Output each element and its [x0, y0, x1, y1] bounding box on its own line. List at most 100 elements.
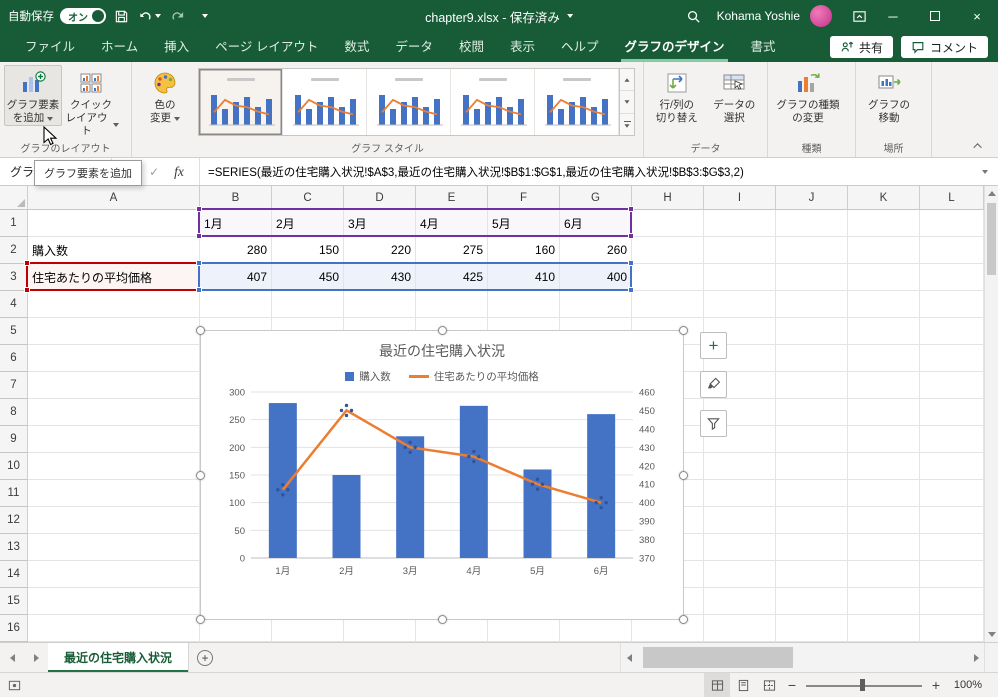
col-header-H[interactable]: H — [632, 186, 704, 210]
vertical-scroll-thumb[interactable] — [987, 203, 996, 275]
cell-L5[interactable] — [920, 318, 984, 345]
add-chart-element-button[interactable]: グラフ要素 を追加 — [4, 65, 62, 127]
cell-A16[interactable] — [28, 615, 200, 642]
cell-G1[interactable]: 6月 — [560, 210, 632, 237]
tab-chart-design[interactable]: グラフのデザイン — [611, 32, 737, 62]
chart-style-2[interactable] — [283, 69, 367, 135]
col-header-I[interactable]: I — [704, 186, 776, 210]
close-button[interactable]: × — [956, 0, 998, 32]
horizontal-scrollbar[interactable] — [620, 643, 984, 672]
cell-F2[interactable]: 160 — [488, 237, 560, 264]
cell-I10[interactable] — [704, 453, 776, 480]
cell-J10[interactable] — [776, 453, 848, 480]
cell-I12[interactable] — [704, 507, 776, 534]
chart-styles-button[interactable] — [700, 371, 727, 398]
tab-format[interactable]: 書式 — [738, 32, 789, 62]
vertical-scrollbar[interactable] — [984, 186, 998, 642]
cell-K7[interactable] — [848, 372, 920, 399]
cell-I4[interactable] — [704, 291, 776, 318]
cell-D2[interactable]: 220 — [344, 237, 416, 264]
cell-A15[interactable] — [28, 588, 200, 615]
gallery-more-button[interactable] — [620, 113, 634, 135]
row-header-10[interactable]: 10 — [0, 453, 28, 480]
expand-formula-bar-button[interactable] — [972, 158, 998, 185]
ribbon-display-options-button[interactable] — [846, 3, 872, 29]
cell-J11[interactable] — [776, 480, 848, 507]
row-header-3[interactable]: 3 — [0, 264, 28, 291]
cell-F1[interactable]: 5月 — [488, 210, 560, 237]
cell-K12[interactable] — [848, 507, 920, 534]
cell-J16[interactable] — [776, 615, 848, 642]
change-colors-button[interactable]: 色の 変更 — [136, 65, 194, 126]
zoom-slider-thumb[interactable] — [860, 679, 865, 691]
row-header-14[interactable]: 14 — [0, 561, 28, 588]
autosave-pill[interactable]: オン — [60, 8, 106, 24]
chart-title[interactable]: 最近の住宅購入状況 — [201, 341, 683, 361]
chart-resize-handle[interactable] — [679, 615, 688, 624]
comments-button[interactable]: コメント — [900, 36, 988, 58]
cell-K11[interactable] — [848, 480, 920, 507]
horizontal-scroll-thumb[interactable] — [643, 647, 793, 668]
tab-home[interactable]: ホーム — [88, 32, 151, 62]
cell-I14[interactable] — [704, 561, 776, 588]
row-header-8[interactable]: 8 — [0, 399, 28, 426]
cell-D3[interactable]: 430 — [344, 264, 416, 291]
legend-item-2[interactable]: 住宅あたりの平均価格 — [408, 369, 539, 384]
cell-L1[interactable] — [920, 210, 984, 237]
cell-I1[interactable] — [704, 210, 776, 237]
row-header-12[interactable]: 12 — [0, 507, 28, 534]
cell-J13[interactable] — [776, 534, 848, 561]
col-header-L[interactable]: L — [920, 186, 984, 210]
cell-H2[interactable] — [632, 237, 704, 264]
tab-help[interactable]: ヘルプ — [548, 32, 612, 62]
cell-E3[interactable]: 425 — [416, 264, 488, 291]
cell-L2[interactable] — [920, 237, 984, 264]
cell-A11[interactable] — [28, 480, 200, 507]
new-sheet-button[interactable]: + — [189, 643, 221, 672]
cell-L9[interactable] — [920, 426, 984, 453]
sheet-tab-active[interactable]: 最近の住宅購入状況 — [48, 643, 190, 672]
share-button[interactable]: 共有 — [829, 36, 893, 58]
cell-B1[interactable]: 1月 — [200, 210, 272, 237]
row-header-13[interactable]: 13 — [0, 534, 28, 561]
chart-resize-handle[interactable] — [437, 326, 447, 335]
row-header-7[interactable]: 7 — [0, 372, 28, 399]
scroll-left-button[interactable] — [621, 643, 637, 672]
cell-E1[interactable]: 4月 — [416, 210, 488, 237]
cell-A4[interactable] — [28, 291, 200, 318]
cell-A6[interactable] — [28, 345, 200, 372]
col-header-C[interactable]: C — [272, 186, 344, 210]
move-chart-button[interactable]: グラフの 移動 — [860, 65, 918, 126]
cell-H4[interactable] — [632, 291, 704, 318]
horizontal-scroll-track[interactable] — [637, 643, 968, 672]
cell-K6[interactable] — [848, 345, 920, 372]
cell-A1[interactable] — [28, 210, 200, 237]
chart-resize-handle[interactable] — [196, 615, 205, 624]
chart-resize-handle[interactable] — [679, 326, 688, 335]
cell-A13[interactable] — [28, 534, 200, 561]
cell-H3[interactable] — [632, 264, 704, 291]
previous-sheet-button[interactable] — [0, 643, 24, 672]
scroll-up-button[interactable] — [985, 186, 998, 201]
cell-J3[interactable] — [776, 264, 848, 291]
insert-function-button[interactable]: fx — [174, 164, 184, 180]
cell-J2[interactable] — [776, 237, 848, 264]
switch-row-column-button[interactable]: 行/列の 切り替え — [648, 65, 706, 126]
select-data-button[interactable]: データの 選択 — [706, 65, 764, 126]
cell-J6[interactable] — [776, 345, 848, 372]
tab-review[interactable]: 校閲 — [446, 32, 497, 62]
row-header-6[interactable]: 6 — [0, 345, 28, 372]
cell-K16[interactable] — [848, 615, 920, 642]
chart-style-3[interactable] — [367, 69, 451, 135]
legend-item-1[interactable]: 購入数 — [345, 369, 391, 384]
cell-L8[interactable] — [920, 399, 984, 426]
user-avatar[interactable] — [810, 5, 832, 27]
cell-L12[interactable] — [920, 507, 984, 534]
col-header-D[interactable]: D — [344, 186, 416, 210]
cell-J5[interactable] — [776, 318, 848, 345]
cell-C3[interactable]: 450 — [272, 264, 344, 291]
cell-J15[interactable] — [776, 588, 848, 615]
cell-A9[interactable] — [28, 426, 200, 453]
select-all-corner[interactable] — [0, 186, 28, 210]
cell-J1[interactable] — [776, 210, 848, 237]
